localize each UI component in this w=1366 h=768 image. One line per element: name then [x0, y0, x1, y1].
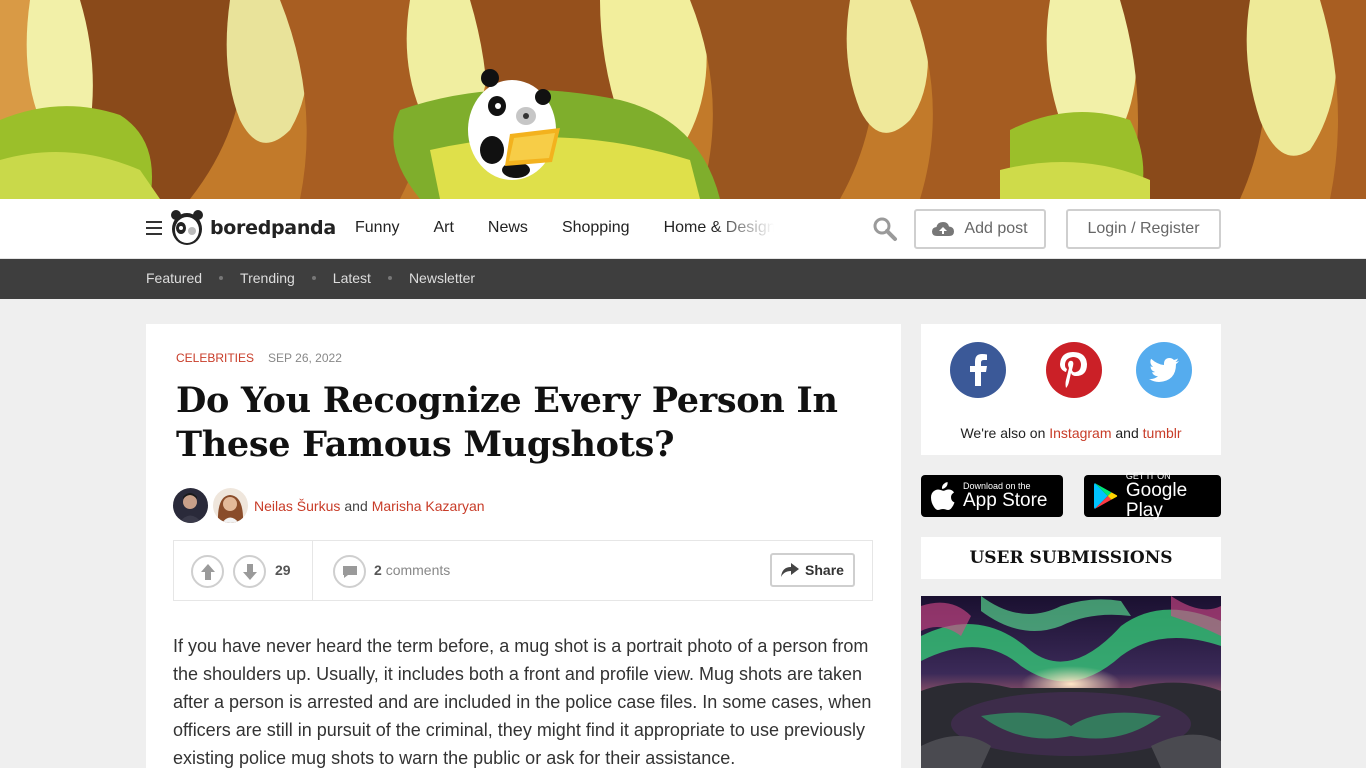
share-arrow-icon [781, 563, 800, 577]
article-meta: CELEBRITIES SEP 26, 2022 [176, 351, 342, 365]
instagram-link[interactable]: Instagram [1049, 425, 1111, 441]
menu-icon[interactable] [146, 221, 162, 235]
site-logo[interactable]: boredpanda [170, 209, 336, 247]
article-intro-paragraph: If you have never heard the term before,… [173, 636, 872, 768]
comment-icon[interactable] [333, 555, 366, 588]
google-play-big-text: Google Play [1125, 480, 1188, 521]
vote-count: 29 [275, 562, 291, 578]
tumblr-link[interactable]: tumblr [1143, 425, 1182, 441]
article-title: Do You Recognize Every Person In These F… [176, 380, 838, 465]
main-navbar: boredpanda Funny Art News Shopping Home … [0, 199, 1366, 259]
main-nav-links: Funny Art News Shopping Home & Design [355, 219, 808, 237]
author-avatar[interactable] [173, 488, 208, 523]
separator-dot [219, 276, 224, 280]
comments-label: comments [385, 562, 451, 578]
separator-dot [387, 276, 392, 280]
subnav-latest[interactable]: Latest [333, 270, 371, 286]
logo-text: boredpanda [210, 217, 336, 239]
share-label: Share [805, 562, 844, 578]
banner-illustration [0, 0, 1366, 199]
article-actions-bar: 29 2 comments Share [173, 540, 873, 601]
add-post-button[interactable]: Add post [914, 209, 1046, 249]
subnav-newsletter[interactable]: Newsletter [409, 270, 475, 286]
pinterest-icon[interactable] [1046, 342, 1102, 398]
user-submission-image[interactable] [921, 596, 1221, 768]
social-box: We're also on Instagram and tumblr [921, 324, 1221, 455]
article-authors: Neilas Šurkus and Marisha Kazaryan [173, 488, 485, 523]
nav-home-design[interactable]: Home & Design [664, 219, 774, 237]
social-prefix: We're also on [960, 425, 1046, 441]
author-link-1[interactable]: Neilas Šurkus [254, 498, 340, 514]
arrow-up-icon [200, 563, 215, 580]
separator-dot [311, 276, 316, 280]
authors-conjunction: and [344, 497, 368, 514]
apple-icon [931, 482, 955, 510]
social-also-on: We're also on Instagram and tumblr [921, 425, 1221, 441]
social-conjunction: and [1115, 425, 1139, 441]
search-icon[interactable] [872, 216, 898, 242]
header-banner [0, 0, 1366, 199]
arrow-down-icon [242, 563, 257, 580]
subnav-trending[interactable]: Trending [240, 270, 295, 286]
nav-news[interactable]: News [488, 219, 528, 237]
google-play-icon [1094, 483, 1118, 509]
divider [312, 541, 313, 600]
author-link-2[interactable]: Marisha Kazaryan [372, 498, 485, 514]
login-register-button[interactable]: Login / Register [1066, 209, 1221, 249]
app-store-big-text: App Store [963, 490, 1048, 511]
cloud-upload-icon [932, 222, 955, 236]
article-card: CELEBRITIES SEP 26, 2022 Do You Recogniz… [146, 324, 901, 768]
app-store-badge[interactable]: Download on the App Store [921, 475, 1063, 517]
nav-shopping[interactable]: Shopping [562, 219, 630, 237]
nav-art[interactable]: Art [433, 219, 453, 237]
panda-logo-icon [171, 210, 203, 245]
aurora-landscape-image [921, 596, 1221, 768]
comments-count: 2 [374, 562, 382, 578]
nav-funny[interactable]: Funny [355, 219, 399, 237]
google-play-badge[interactable]: GET IT ON Google Play [1084, 471, 1221, 521]
category-link[interactable]: CELEBRITIES [176, 351, 254, 365]
add-post-label: Add post [964, 220, 1028, 237]
comments-link[interactable]: 2 comments [374, 562, 450, 578]
author-avatar[interactable] [213, 488, 248, 523]
twitter-icon[interactable] [1136, 342, 1192, 398]
subnav-featured[interactable]: Featured [146, 270, 202, 286]
facebook-icon[interactable] [950, 342, 1006, 398]
share-button[interactable]: Share [770, 553, 855, 587]
upvote-button[interactable] [191, 555, 224, 588]
secondary-navbar: Featured Trending Latest Newsletter [0, 259, 1366, 299]
downvote-button[interactable] [233, 555, 266, 588]
user-submissions-heading: USER SUBMISSIONS [921, 537, 1221, 579]
article-date: SEP 26, 2022 [268, 351, 342, 365]
